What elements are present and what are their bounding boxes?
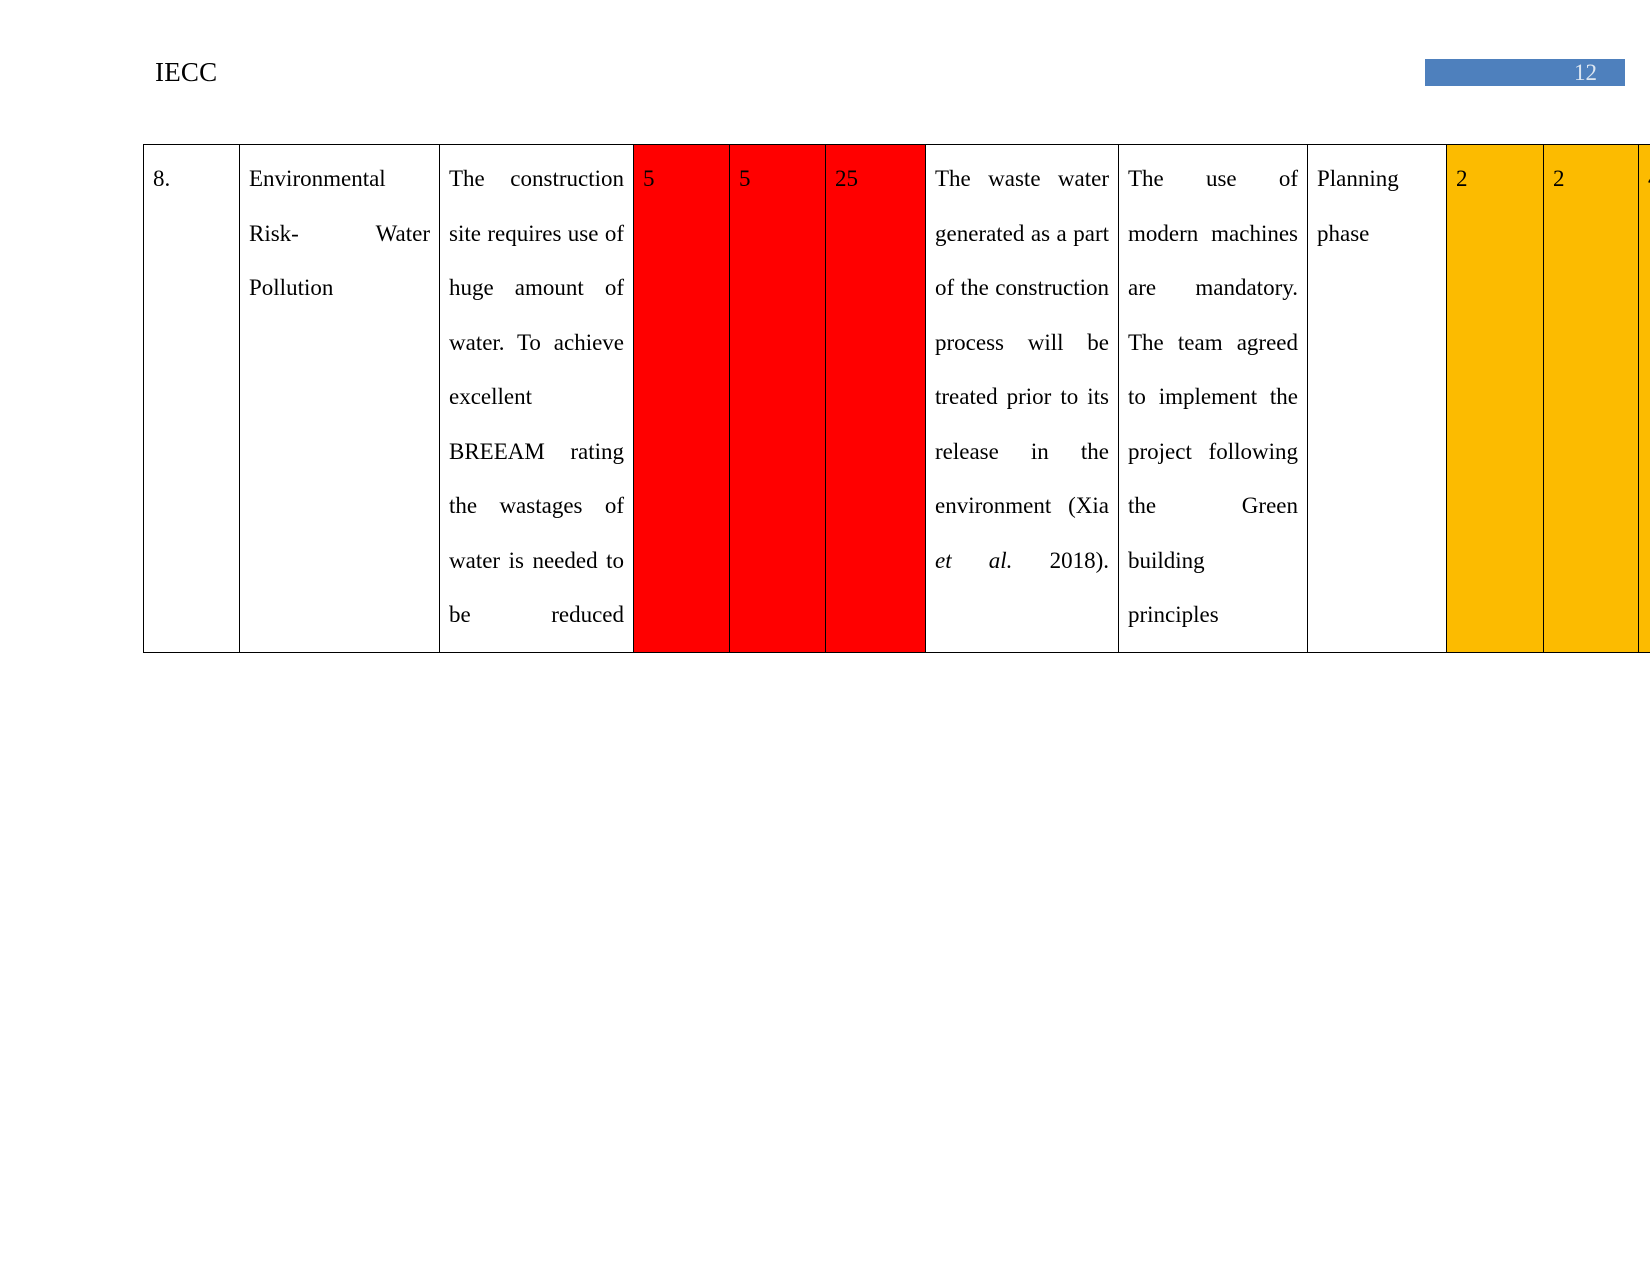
cell-risk-description: The construction site requires use of hu… — [439, 144, 634, 653]
risk-register-table: 8. Environmental Risk- Water Pollution T… — [143, 144, 1650, 653]
cell-residual-impact: 2 — [1543, 144, 1639, 653]
response-text-part-a: The waste water generated as a part of t… — [935, 166, 1109, 518]
likelihood-value: 5 — [643, 166, 655, 191]
risk-description-value: The construction site requires use of hu… — [449, 166, 624, 627]
serial-number-value: 8. — [153, 166, 171, 191]
residual-impact-value: 2 — [1553, 166, 1565, 191]
response-text-part-b: 2018). — [1012, 547, 1109, 573]
cell-likelihood-score: 5 — [633, 144, 730, 653]
mitigation-value: The use of modern machines are mandatory… — [1128, 166, 1298, 627]
residual-likelihood-value: 2 — [1456, 166, 1468, 191]
cell-risk-score: 25 — [825, 144, 926, 653]
cell-risk-name: Environmental Risk- Water Pollution — [239, 144, 440, 653]
cell-residual-likelihood: 2 — [1446, 144, 1544, 653]
page-number: 12 — [1574, 60, 1597, 85]
cell-project-phase: Planning phase — [1307, 144, 1447, 653]
page-number-banner: 12 — [1425, 59, 1625, 86]
risk-score-value: 25 — [835, 166, 858, 191]
cell-mitigation: The use of modern machines are mandatory… — [1118, 144, 1308, 653]
project-phase-value: Planning phase — [1317, 166, 1399, 246]
cell-impact-score: 5 — [729, 144, 826, 653]
response-citation-italic: et al. — [935, 547, 1013, 573]
cell-risk-response: The waste water generated as a part of t… — [925, 144, 1119, 653]
risk-response-value: The waste water generated as a part of t… — [935, 152, 1109, 588]
table-row: 8. Environmental Risk- Water Pollution T… — [143, 144, 1650, 653]
cell-serial-number: 8. — [143, 144, 240, 653]
page-header: IECC 12 — [0, 0, 1650, 110]
cell-residual-score: 4 — [1638, 144, 1650, 653]
risk-name-value: Environmental Risk- Water Pollution — [249, 166, 430, 300]
impact-value: 5 — [739, 166, 751, 191]
document-header-title: IECC — [155, 57, 218, 87]
